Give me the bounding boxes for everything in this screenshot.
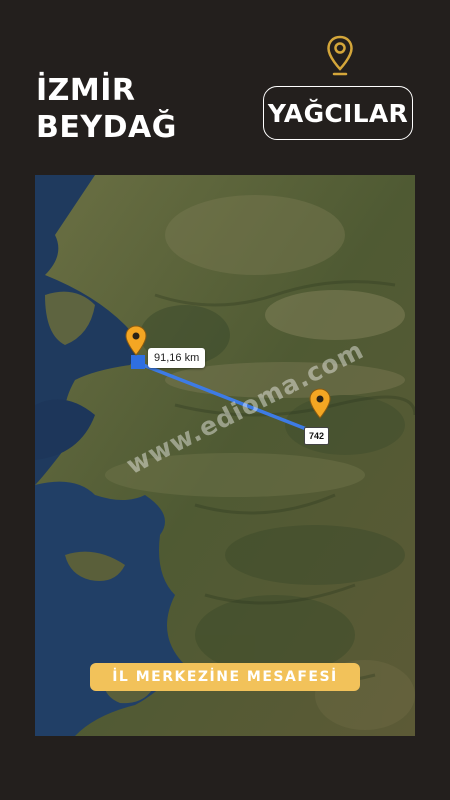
district-name: BEYDAĞ <box>36 110 177 145</box>
location-button[interactable]: YAĞCILAR <box>263 86 413 140</box>
map-pin-icon <box>327 35 353 76</box>
map-view[interactable]: www.edioma.com 91,16 km 742 İL MERKEZİNE… <box>35 175 415 736</box>
distance-label: 91,16 km <box>148 348 206 368</box>
destination-pin-icon[interactable] <box>309 388 331 420</box>
city-name: İZMİR <box>36 73 136 108</box>
road-number-badge: 742 <box>304 427 329 445</box>
page-title: İZMİR BEYDAĞ <box>36 72 177 146</box>
origin-pin-icon[interactable] <box>125 325 147 357</box>
distance-banner: İL MERKEZİNE MESAFESİ <box>90 663 360 691</box>
satellite-map <box>35 175 415 736</box>
